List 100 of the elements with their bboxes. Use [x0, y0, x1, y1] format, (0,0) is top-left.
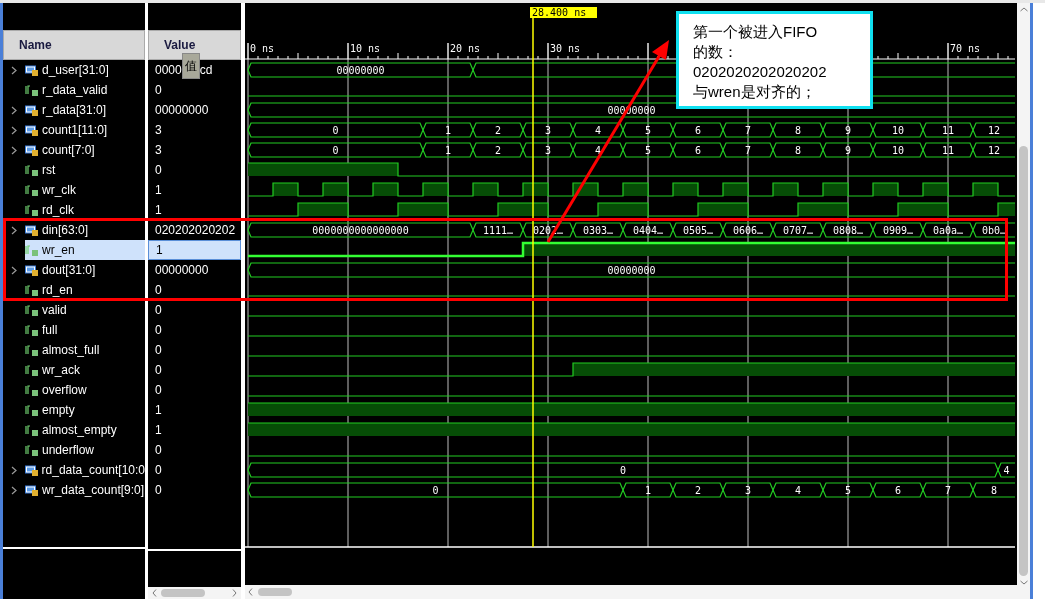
bus-value: 1 — [645, 485, 651, 496]
signal-name-row[interactable]: wr_en — [25, 240, 145, 260]
signal-name: rd_data_count[10:0 — [41, 462, 145, 479]
bus-value: 0505… — [682, 225, 714, 236]
bus-value: 4 — [1003, 465, 1010, 476]
signal-name: r_data_valid — [42, 82, 108, 99]
signal-name: overflow — [42, 382, 87, 399]
scroll-right-icon[interactable] — [232, 589, 237, 597]
ruler-label: 0 ns — [250, 43, 275, 54]
expand-chevron-icon[interactable] — [10, 465, 17, 475]
wire-signal-icon — [25, 244, 38, 256]
signal-name-row[interactable]: underflow — [25, 440, 145, 460]
signal-name: full — [42, 322, 58, 339]
signal-name: rd_en — [42, 282, 73, 299]
bus-value: 1 — [445, 145, 451, 156]
ruler-label: 70 ns — [950, 43, 981, 54]
wire-signal-icon — [25, 324, 38, 336]
bus-value: 6 — [695, 125, 701, 136]
signal-name-row[interactable]: valid — [25, 300, 145, 320]
bus-value: 3 — [545, 125, 551, 136]
bus-value: 3 — [745, 485, 751, 496]
signal-name-row[interactable]: count1[11:0] — [25, 120, 145, 140]
expand-chevron-icon[interactable] — [11, 485, 17, 495]
expand-chevron-icon[interactable] — [11, 145, 17, 155]
signal-name-row[interactable]: rd_en — [25, 280, 145, 300]
bus-value: 8 — [795, 125, 801, 136]
signal-name-row[interactable]: wr_data_count[9:0] — [25, 480, 145, 500]
value-tooltip: 值 — [181, 53, 200, 79]
bus-value: 0 — [620, 465, 626, 476]
bus-value: 0000000000000000 — [312, 225, 409, 236]
bus-value: 3 — [545, 145, 551, 156]
signal-name-row[interactable]: almost_full — [25, 340, 145, 360]
bus-value: 2 — [495, 125, 501, 136]
signal-value: 00000000 — [154, 102, 210, 119]
wire-signal-icon — [25, 184, 38, 196]
signal-name-row[interactable]: full — [25, 320, 145, 340]
expand-chevron-icon[interactable] — [11, 105, 17, 115]
signal-name: almost_empty — [42, 422, 117, 439]
wire-signal-icon — [25, 204, 38, 216]
expand-chevron-icon[interactable] — [11, 65, 17, 75]
signal-name: empty — [42, 402, 75, 419]
signal-name-row[interactable]: r_data_valid — [25, 80, 145, 100]
signal-name-row[interactable]: overflow — [25, 380, 145, 400]
signal-name-row[interactable]: dout[31:0] — [25, 260, 145, 280]
bus-value: 6 — [895, 485, 901, 496]
bus-value: 0606… — [732, 225, 764, 236]
bus-value: 0404… — [632, 225, 664, 236]
wire-signal-icon — [25, 164, 38, 176]
expand-chevron-icon[interactable] — [11, 265, 17, 275]
signal-value: 0 — [154, 322, 163, 339]
scroll-up-icon[interactable] — [1019, 7, 1028, 12]
bus-signal-icon — [25, 64, 38, 76]
expand-chevron-icon[interactable] — [11, 125, 17, 135]
signal-name-row[interactable]: din[63:0] — [25, 220, 145, 240]
signal-name-row[interactable]: rd_data_count[10:0 — [24, 460, 145, 480]
signal-name-row[interactable]: count[7:0] — [25, 140, 145, 160]
bus-value: 1 — [445, 125, 451, 136]
horizontal-scrollbar[interactable] — [148, 587, 241, 599]
bus-value: 7 — [745, 145, 751, 156]
signal-name-row[interactable]: rd_clk — [25, 200, 145, 220]
scroll-thumb[interactable] — [161, 589, 205, 597]
scroll-left-icon[interactable] — [152, 589, 157, 597]
bus-value: 5 — [645, 145, 651, 156]
scroll-down-icon[interactable] — [1019, 580, 1028, 585]
annotation-callout: 第一个被进入FIFO 的数： 0202020202020202 与wren是对齐的； — [676, 11, 873, 109]
expand-chevron-icon[interactable] — [11, 225, 17, 235]
vertical-scrollbar[interactable] — [1017, 3, 1030, 599]
signal-value: 0 — [154, 342, 163, 359]
signal-value: 020202020202 — [154, 222, 237, 239]
bus-value: 5 — [845, 485, 851, 496]
signal-name-row[interactable]: wr_ack — [25, 360, 145, 380]
signal-name-row[interactable]: empty — [25, 400, 145, 420]
signal-value: 0 — [154, 462, 163, 479]
signal-value: 0 — [154, 162, 163, 179]
signal-name: valid — [42, 302, 67, 319]
wire-signal-icon — [25, 364, 38, 376]
bus-signal-icon — [25, 224, 38, 236]
column-header[interactable]: Name — [3, 30, 145, 60]
scroll-thumb[interactable] — [1019, 146, 1028, 576]
scroll-thumb[interactable] — [258, 588, 292, 596]
bus-value: 6 — [695, 145, 701, 156]
signal-name-row[interactable]: almost_empty — [25, 420, 145, 440]
bus-value: 7 — [945, 485, 951, 496]
signal-name: count[7:0] — [42, 142, 95, 159]
signal-value: 0 — [154, 382, 163, 399]
scroll-left-icon[interactable] — [248, 588, 253, 596]
bus-value: 12 — [988, 145, 1000, 156]
signal-name: dout[31:0] — [42, 262, 96, 279]
signal-name-row[interactable]: d_user[31:0] — [25, 60, 145, 80]
signal-value: 0 — [154, 442, 163, 459]
bus-value: 11 — [942, 145, 954, 156]
bus-signal-icon — [25, 264, 38, 276]
signal-value: 1 — [154, 202, 163, 219]
signal-name-row[interactable]: r_data[31:0] — [25, 100, 145, 120]
signal-name-row[interactable]: wr_clk — [25, 180, 145, 200]
column-header[interactable]: Value — [148, 30, 241, 60]
horizontal-scrollbar[interactable] — [245, 585, 1017, 599]
signal-value: 1 — [154, 182, 163, 199]
signal-name-row[interactable]: rst — [25, 160, 145, 180]
wire-signal-icon — [25, 304, 38, 316]
